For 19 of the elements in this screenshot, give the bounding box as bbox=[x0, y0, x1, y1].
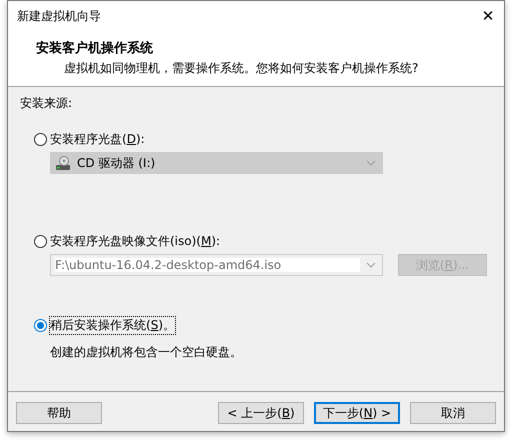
close-button[interactable]: ✕ bbox=[478, 7, 498, 25]
cancel-button[interactable]: 取消 bbox=[410, 402, 496, 424]
help-button[interactable]: 帮助 bbox=[16, 402, 102, 424]
option-description: 创建的虚拟机将包含一个空白硬盘。 bbox=[50, 344, 242, 361]
next-button[interactable]: 下一步(N) > bbox=[314, 402, 400, 424]
back-button[interactable]: < 上一步(B) bbox=[218, 402, 304, 424]
window-title: 新建虚拟机向导 bbox=[17, 8, 101, 24]
radio-label[interactable]: 安装程序光盘映像文件(iso)(M): bbox=[50, 232, 220, 250]
section-label: 安装来源: bbox=[20, 95, 74, 112]
radio-button[interactable] bbox=[34, 234, 47, 248]
radio-label[interactable]: 稍后安装操作系统(S)。 bbox=[50, 316, 175, 334]
page-title: 安装客户机操作系统 bbox=[36, 40, 154, 57]
drive-icon bbox=[55, 155, 71, 171]
page-subtitle: 虚拟机如同物理机，需要操作系统。您将如何安装客户机操作系统? bbox=[64, 60, 420, 77]
radio-button[interactable] bbox=[34, 318, 47, 332]
chevron-down-icon bbox=[366, 160, 376, 166]
chevron-down-icon bbox=[366, 262, 376, 268]
radio-label[interactable]: 安装程序光盘(D): bbox=[50, 130, 145, 148]
radio-button[interactable] bbox=[34, 132, 47, 146]
